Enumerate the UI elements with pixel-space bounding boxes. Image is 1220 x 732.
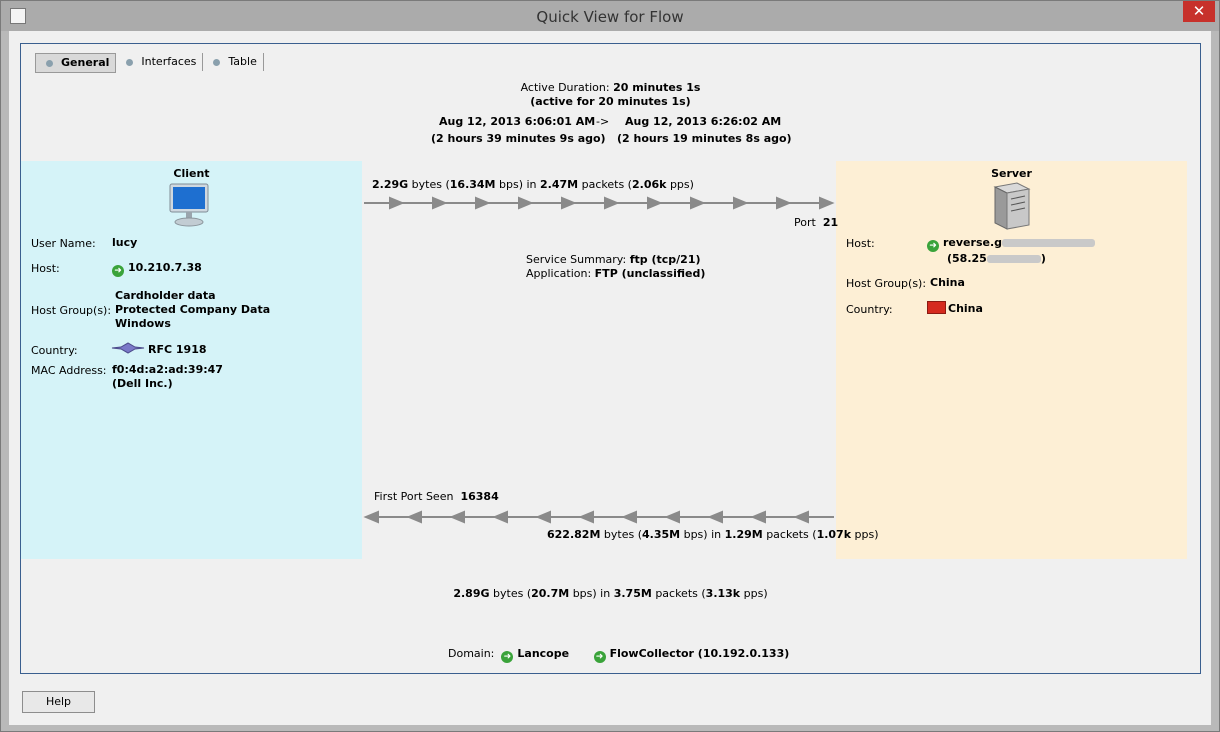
go-arrow-icon: ➜ [501, 651, 514, 663]
inbound-arrows [363, 510, 834, 524]
tab-dot-icon [126, 58, 134, 66]
go-arrow-icon: ➜ [927, 240, 939, 252]
server-host-link[interactable]: ➜ reverse.g (58.25) [927, 236, 1096, 266]
domain-link[interactable]: ➜ Lancope [501, 647, 569, 663]
tab-general[interactable]: General [35, 53, 117, 73]
client-host-groups: Cardholder data Protected Company Data W… [115, 289, 271, 330]
server-group-value: China [930, 276, 965, 289]
mac-value: f0:4d:a2:ad:39:47 (Dell Inc.) [112, 363, 223, 390]
help-button[interactable]: Help [22, 691, 95, 713]
flow-panel: General Interfaces Table Active Duration… [20, 43, 1201, 674]
tab-table[interactable]: Table [203, 53, 264, 71]
client-group-label: Host Group(s): [31, 304, 112, 317]
application: Application: FTP (unclassified) [526, 267, 706, 280]
outbound-arrows [364, 196, 835, 210]
china-flag-icon [927, 301, 946, 314]
client-country-label: Country: [31, 344, 78, 357]
user-name-value: lucy [112, 236, 138, 249]
inbound-stats: 622.82M bytes (4.35M bps) in 1.29M packe… [547, 528, 879, 541]
monitor-icon [169, 183, 209, 227]
go-arrow-icon: ➜ [593, 651, 606, 663]
tab-interfaces[interactable]: Interfaces [116, 53, 204, 71]
server-group-label: Host Group(s): [846, 277, 927, 290]
redacted-ip [986, 255, 1041, 263]
flowcollector-link[interactable]: ➜ FlowCollector (10.192.0.133) [593, 647, 789, 663]
go-arrow-icon: ➜ [112, 265, 124, 277]
window-title: Quick View for Flow [536, 8, 684, 26]
user-name-label: User Name: [31, 237, 96, 250]
client-box: Client User Name: lucy Host: ➜ 10.210.7.3… [21, 161, 362, 559]
outbound-stats: 2.29G bytes (16.34M bps) in 2.47M packet… [372, 178, 694, 191]
server-country-label: Country: [846, 303, 893, 316]
start-ago: (2 hours 39 minutes 9s ago) [431, 132, 606, 145]
tab-dot-icon [46, 59, 53, 67]
redacted-hostname [1002, 239, 1096, 247]
dialog-content: General Interfaces Table Active Duration… [9, 31, 1211, 725]
client-title: Client [173, 167, 210, 180]
end-ago: (2 hours 19 minutes 8s ago) [617, 132, 792, 145]
tab-bar: General Interfaces Table [35, 53, 264, 73]
title-bar: Quick View for Flow ✕ [1, 1, 1219, 31]
server-title: Server [991, 167, 1032, 180]
port-display: Port 21 [794, 216, 839, 229]
first-port-seen: First Port Seen 16384 [374, 490, 499, 503]
active-duration: Active Duration: 20 minutes 1s [520, 81, 701, 94]
quick-view-window: Quick View for Flow ✕ General Interfaces… [0, 0, 1220, 732]
domain-row: Domain: ➜ Lancope ➜ FlowCollector (10.192.… [448, 647, 790, 663]
client-country-value: RFC 1918 [148, 343, 207, 356]
mac-label: MAC Address: [31, 364, 107, 377]
server-country-value: China [948, 302, 983, 315]
active-note: (active for 20 minutes 1s) [530, 95, 691, 108]
server-box: Server Host: ➜ reverse.g (58.25) Host Gro… [836, 161, 1187, 559]
client-host-label: Host: [31, 262, 60, 275]
tab-dot-icon [213, 58, 221, 66]
total-stats: 2.89G bytes (20.7M bps) in 3.75M packets… [453, 587, 768, 600]
server-host-label: Host: [846, 237, 875, 250]
client-host-link[interactable]: ➜ 10.210.7.38 [112, 261, 202, 277]
service-summary: Service Summary: ftp (tcp/21) [526, 253, 701, 266]
private-network-icon [111, 342, 145, 354]
close-button[interactable]: ✕ [1183, 1, 1215, 22]
server-icon [993, 182, 1031, 230]
end-time: Aug 12, 2013 6:26:02 AM [625, 115, 782, 128]
time-arrow: -> [596, 115, 610, 128]
start-time: Aug 12, 2013 6:06:01 AM [439, 115, 596, 128]
